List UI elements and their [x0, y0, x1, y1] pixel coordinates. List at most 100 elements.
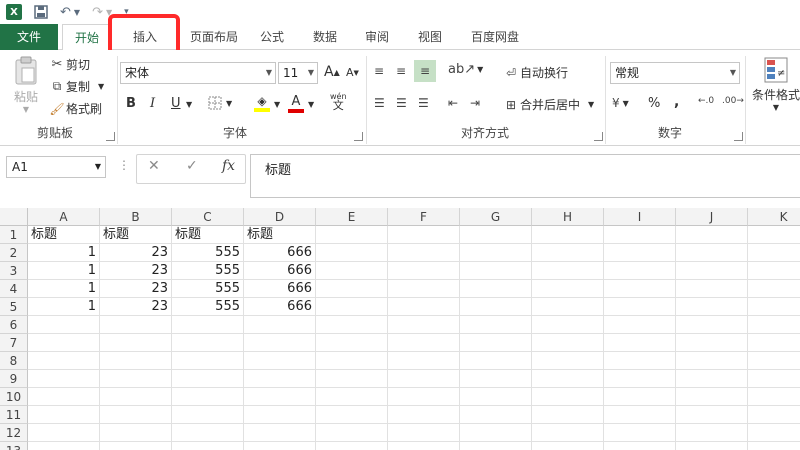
cell-c9[interactable] [172, 370, 244, 388]
cell-g2[interactable] [460, 244, 532, 262]
tab-data[interactable]: 数据 [304, 24, 346, 50]
cell-f5[interactable] [388, 298, 460, 316]
row-header-1[interactable]: 1 [0, 226, 28, 244]
row-header-7[interactable]: 7 [0, 334, 28, 352]
italic-button[interactable]: I [150, 96, 155, 111]
cell-e6[interactable] [316, 316, 388, 334]
select-all-corner[interactable] [0, 208, 28, 226]
cell-k1[interactable] [748, 226, 800, 244]
alignment-launcher-icon[interactable] [594, 132, 603, 141]
tab-view[interactable]: 视图 [408, 24, 452, 50]
number-format-select[interactable]: 常规 ▼ [610, 62, 740, 84]
cell-i7[interactable] [604, 334, 676, 352]
decrease-indent-button[interactable]: ⇤ [448, 96, 458, 110]
cell-d2[interactable]: 666 [244, 244, 316, 262]
cell-c5[interactable]: 555 [172, 298, 244, 316]
cell-d3[interactable]: 666 [244, 262, 316, 280]
cell-a3[interactable]: 1 [28, 262, 100, 280]
cell-i6[interactable] [604, 316, 676, 334]
cell-b1[interactable]: 标题 [100, 226, 172, 244]
cell-i13[interactable] [604, 442, 676, 450]
cell-g12[interactable] [460, 424, 532, 442]
cell-f4[interactable] [388, 280, 460, 298]
tab-review[interactable]: 审阅 [356, 24, 398, 50]
cell-a2[interactable]: 1 [28, 244, 100, 262]
cell-i3[interactable] [604, 262, 676, 280]
cell-d7[interactable] [244, 334, 316, 352]
insert-function-icon[interactable]: fx [222, 158, 235, 174]
cell-f8[interactable] [388, 352, 460, 370]
cell-c12[interactable] [172, 424, 244, 442]
cell-k5[interactable] [748, 298, 800, 316]
cell-a11[interactable] [28, 406, 100, 424]
column-header-f[interactable]: F [388, 208, 460, 226]
cell-c2[interactable]: 555 [172, 244, 244, 262]
cell-k6[interactable] [748, 316, 800, 334]
row-header-13[interactable]: 13 [0, 442, 28, 450]
font-size-select[interactable]: 11 ▼ [278, 62, 318, 84]
enter-icon[interactable]: ✓ [186, 158, 198, 174]
cell-h2[interactable] [532, 244, 604, 262]
clipboard-launcher-icon[interactable] [106, 132, 115, 141]
orientation-button[interactable]: ab↗ ▼ [448, 62, 483, 77]
cell-k4[interactable] [748, 280, 800, 298]
font-launcher-icon[interactable] [354, 132, 363, 141]
cell-h3[interactable] [532, 262, 604, 280]
fill-color-dropdown[interactable]: ▼ [274, 100, 280, 109]
cell-k12[interactable] [748, 424, 800, 442]
cell-f12[interactable] [388, 424, 460, 442]
save-icon[interactable] [34, 5, 48, 19]
column-header-c[interactable]: C [172, 208, 244, 226]
cell-b2[interactable]: 23 [100, 244, 172, 262]
cell-e2[interactable] [316, 244, 388, 262]
cell-c10[interactable] [172, 388, 244, 406]
row-header-4[interactable]: 4 [0, 280, 28, 298]
cell-b7[interactable] [100, 334, 172, 352]
cell-c11[interactable] [172, 406, 244, 424]
cell-h12[interactable] [532, 424, 604, 442]
cell-e9[interactable] [316, 370, 388, 388]
cell-e1[interactable] [316, 226, 388, 244]
cell-i11[interactable] [604, 406, 676, 424]
cell-k11[interactable] [748, 406, 800, 424]
cell-c7[interactable] [172, 334, 244, 352]
row-header-11[interactable]: 11 [0, 406, 28, 424]
cell-a5[interactable]: 1 [28, 298, 100, 316]
cell-b12[interactable] [100, 424, 172, 442]
cell-f2[interactable] [388, 244, 460, 262]
cut-button[interactable]: ✂ 剪切 [48, 56, 90, 73]
cell-c3[interactable]: 555 [172, 262, 244, 280]
column-header-g[interactable]: G [460, 208, 532, 226]
cell-c4[interactable]: 555 [172, 280, 244, 298]
comma-button[interactable]: , [674, 94, 679, 110]
cell-e13[interactable] [316, 442, 388, 450]
cell-h4[interactable] [532, 280, 604, 298]
cell-j5[interactable] [676, 298, 748, 316]
underline-dropdown[interactable]: ▼ [186, 100, 192, 109]
cell-j8[interactable] [676, 352, 748, 370]
cell-i4[interactable] [604, 280, 676, 298]
cell-h13[interactable] [532, 442, 604, 450]
cell-h8[interactable] [532, 352, 604, 370]
align-middle-button[interactable]: ≡ [396, 64, 406, 78]
cell-d8[interactable] [244, 352, 316, 370]
column-header-j[interactable]: J [676, 208, 748, 226]
cell-k10[interactable] [748, 388, 800, 406]
cell-a12[interactable] [28, 424, 100, 442]
cell-e3[interactable] [316, 262, 388, 280]
column-header-h[interactable]: H [532, 208, 604, 226]
cell-b11[interactable] [100, 406, 172, 424]
cell-b10[interactable] [100, 388, 172, 406]
row-header-3[interactable]: 3 [0, 262, 28, 280]
cell-g4[interactable] [460, 280, 532, 298]
cell-g11[interactable] [460, 406, 532, 424]
cell-h5[interactable] [532, 298, 604, 316]
cell-b13[interactable] [100, 442, 172, 450]
cell-k3[interactable] [748, 262, 800, 280]
cell-k2[interactable] [748, 244, 800, 262]
cell-c1[interactable]: 标题 [172, 226, 244, 244]
tab-page-layout[interactable]: 页面布局 [178, 24, 250, 50]
cell-k8[interactable] [748, 352, 800, 370]
cell-b9[interactable] [100, 370, 172, 388]
undo-icon[interactable]: ↶ ▼ [60, 5, 80, 20]
